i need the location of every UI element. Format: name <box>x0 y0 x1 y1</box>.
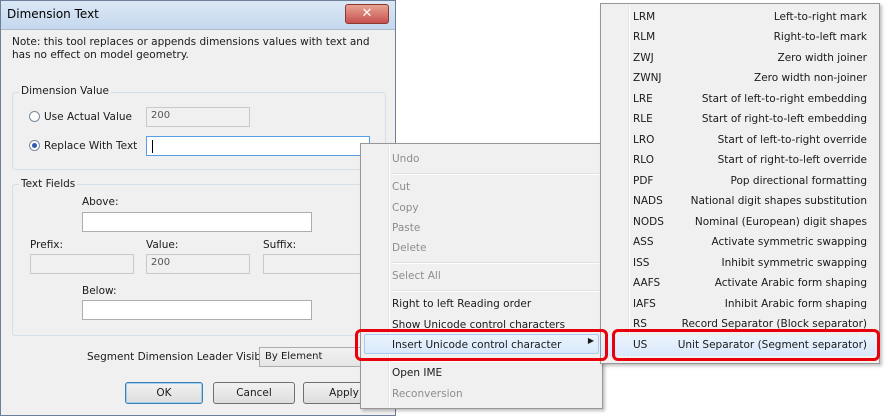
submenu-item-iss[interactable]: ISS Inhibit symmetric swapping <box>601 254 879 274</box>
replace-with-text-label[interactable]: Replace With Text <box>44 140 137 152</box>
submenu-code: ZWNJ <box>633 72 662 84</box>
submenu-desc: Activate Arabic form shaping <box>714 277 867 289</box>
menu-separator <box>391 173 599 175</box>
submenu-item-rlo[interactable]: RLO Start of right-to-left override <box>601 151 879 171</box>
submenu-code: ZWJ <box>633 52 654 64</box>
submenu-desc: Nominal (European) digit shapes <box>694 216 867 228</box>
submenu-item-ass[interactable]: ASS Activate symmetric swapping <box>601 233 879 253</box>
submenu-code: LRE <box>633 93 653 105</box>
leader-visibility-label: Segment Dimension Leader Visibility: <box>87 351 283 363</box>
replace-with-text-radio[interactable] <box>29 140 40 151</box>
leader-visibility-value: By Element <box>265 351 323 362</box>
use-actual-value-radio[interactable] <box>29 111 40 122</box>
prefix-input[interactable] <box>30 254 134 274</box>
submenu-desc: Zero width non-joiner <box>754 72 867 84</box>
close-icon: ✕ <box>361 6 373 21</box>
dialog-title: Dimension Text <box>7 7 99 21</box>
above-input[interactable] <box>82 212 312 232</box>
submenu-code: PDF <box>633 175 654 187</box>
submenu-code: LRO <box>633 134 655 146</box>
menu-item-open-ime[interactable]: Open IME <box>392 367 442 379</box>
unicode-control-submenu: LRM Left-to-right mark RLM Right-to-left m… <box>600 3 880 364</box>
submenu-item-iafs[interactable]: IAFS Inhibit Arabic form shaping <box>601 295 879 315</box>
submenu-code: NADS <box>633 195 663 207</box>
submenu-code: ASS <box>633 236 654 248</box>
menu-item-rtl-reading-order[interactable]: Right to left Reading order <box>392 298 531 310</box>
submenu-item-zwj[interactable]: ZWJ Zero width joiner <box>601 49 879 69</box>
submenu-desc: Inhibit Arabic form shaping <box>724 298 867 310</box>
submenu-code: RLE <box>633 113 653 125</box>
value-value: 200 <box>151 257 171 268</box>
submenu-desc: National digit shapes substitution <box>690 195 867 207</box>
use-actual-value-label[interactable]: Use Actual Value <box>44 111 132 123</box>
actual-value-field: 200 <box>146 107 250 127</box>
menu-item-copy[interactable]: Copy <box>392 202 419 214</box>
submenu-item-pdf[interactable]: PDF Pop directional formatting <box>601 172 879 192</box>
submenu-desc: Right-to-left mark <box>773 31 867 43</box>
menu-item-undo[interactable]: Undo <box>392 153 419 165</box>
menu-item-paste[interactable]: Paste <box>392 222 420 234</box>
value-label: Value: <box>146 239 179 251</box>
actual-value-text: 200 <box>151 110 171 121</box>
submenu-code: RLM <box>633 31 656 43</box>
cancel-button[interactable]: Cancel <box>213 382 295 404</box>
close-button[interactable]: ✕ <box>345 4 389 24</box>
below-label: Below: <box>82 285 117 297</box>
dimension-value-group <box>12 92 386 170</box>
submenu-item-rle[interactable]: RLE Start of right-to-left embedding <box>601 110 879 130</box>
highlight-box-unit-separator <box>612 329 880 361</box>
suffix-label: Suffix: <box>263 239 297 251</box>
submenu-item-nads[interactable]: NADS National digit shapes substitution <box>601 192 879 212</box>
submenu-item-rlm[interactable]: RLM Right-to-left mark <box>601 28 879 48</box>
submenu-desc: Pop directional formatting <box>730 175 867 187</box>
text-caret <box>152 140 153 153</box>
menu-item-cut[interactable]: Cut <box>392 181 410 193</box>
title-bar[interactable]: Dimension Text ✕ <box>1 1 395 30</box>
note-text: Note: this tool replaces or appends dime… <box>12 36 370 61</box>
submenu-code: LRM <box>633 11 656 23</box>
submenu-desc: Left-to-right mark <box>773 11 867 23</box>
submenu-code: IAFS <box>633 298 656 310</box>
submenu-desc: Start of left-to-right override <box>717 134 867 146</box>
replace-text-input[interactable] <box>146 136 370 156</box>
submenu-desc: Zero width joiner <box>777 52 867 64</box>
menu-item-reconversion[interactable]: Reconversion <box>392 388 463 400</box>
menu-item-delete[interactable]: Delete <box>392 242 427 254</box>
menu-item-select-all[interactable]: Select All <box>392 270 441 282</box>
submenu-code: RLO <box>633 154 655 166</box>
menu-gutter <box>388 146 389 406</box>
ok-button[interactable]: OK <box>125 382 203 404</box>
submenu-item-lro[interactable]: LRO Start of left-to-right override <box>601 131 879 151</box>
below-input[interactable] <box>82 300 312 320</box>
submenu-item-zwnj[interactable]: ZWNJ Zero width non-joiner <box>601 69 879 89</box>
submenu-desc: Start of right-to-left override <box>717 154 867 166</box>
edit-context-menu: Undo Cut Copy Paste Delete Select All Ri… <box>360 143 603 409</box>
submenu-desc: Activate symmetric swapping <box>711 236 868 248</box>
submenu-desc: Start of right-to-left embedding <box>701 113 867 125</box>
submenu-code: NODS <box>633 216 664 228</box>
submenu-desc: Inhibit symmetric swapping <box>721 257 867 269</box>
submenu-item-nods[interactable]: NODS Nominal (European) digit shapes <box>601 213 879 233</box>
prefix-label: Prefix: <box>30 239 64 251</box>
submenu-item-aafs[interactable]: AAFS Activate Arabic form shaping <box>601 274 879 294</box>
menu-separator <box>391 262 599 264</box>
submenu-code: ISS <box>633 257 650 269</box>
submenu-desc: Start of left-to-right embedding <box>701 93 867 105</box>
text-fields-group-label: Text Fields <box>19 178 78 190</box>
submenu-item-lre[interactable]: LRE Start of left-to-right embedding <box>601 90 879 110</box>
dimension-value-group-label: Dimension Value <box>19 85 111 97</box>
submenu-code: AAFS <box>633 277 661 289</box>
value-field: 200 <box>146 254 250 274</box>
menu-separator <box>391 290 599 292</box>
highlight-box-insert-unicode <box>355 329 608 361</box>
suffix-input[interactable] <box>263 254 367 274</box>
dimension-text-dialog: Dimension Text ✕ Note: this tool replace… <box>0 0 396 416</box>
above-label: Above: <box>82 196 119 208</box>
submenu-item-lrm[interactable]: LRM Left-to-right mark <box>601 8 879 28</box>
